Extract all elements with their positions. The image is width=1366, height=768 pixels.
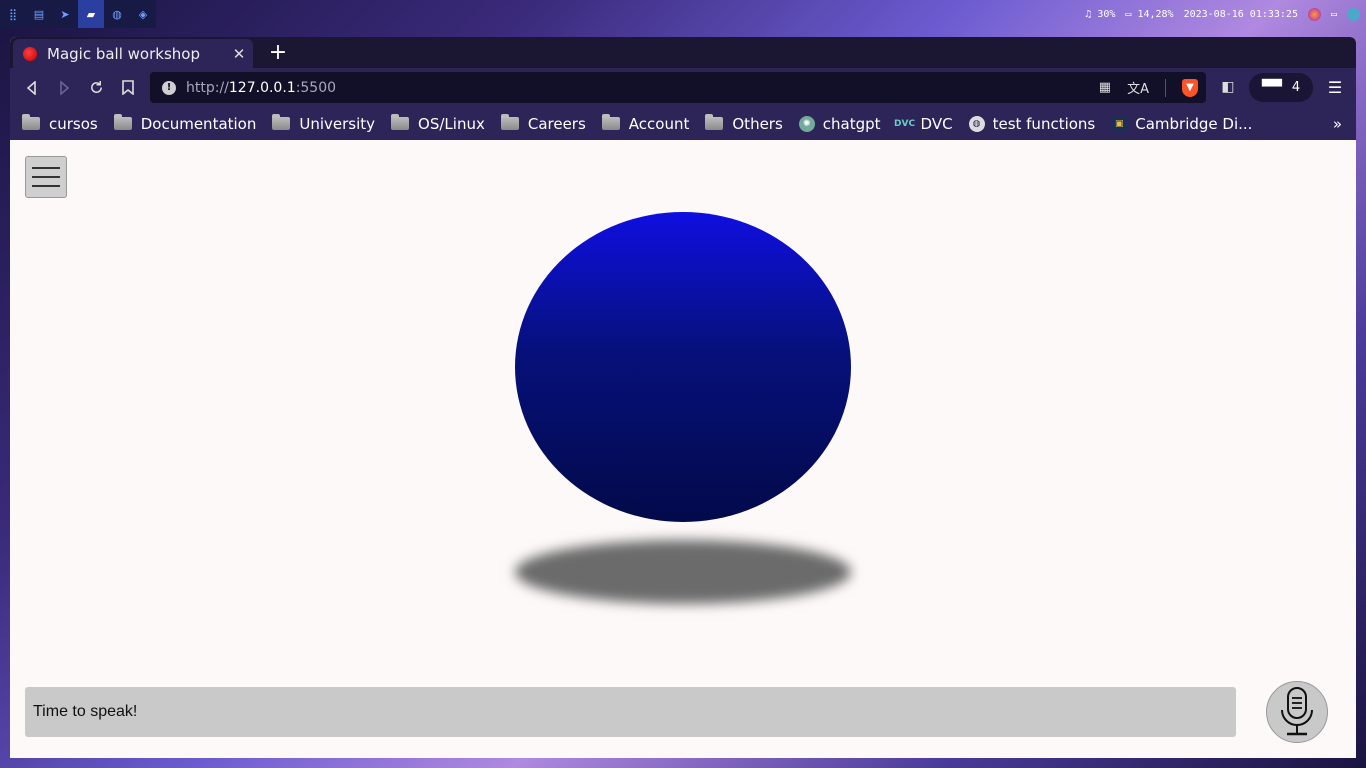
bookmark-others[interactable]: Others [705,114,783,133]
ball-shadow [515,540,851,604]
speech-output-box: Time to speak! [25,687,1236,737]
bookmark-os-linux[interactable]: OS/Linux [391,114,485,133]
browser-menu-icon[interactable]: ☰ [1324,76,1346,98]
folder-icon [113,114,132,130]
bookmark-chatgpt[interactable]: ✺ chatgpt [798,115,881,133]
speech-text: Time to speak! [33,703,138,720]
folder-icon [500,114,519,130]
bookmark-documentation[interactable]: Documentation [113,114,256,133]
workspace-files-icon[interactable]: ▤ [26,0,52,28]
microphone-icon [1281,687,1313,736]
bookmarks-bar: cursos Documentation University OS/Linux… [10,107,1356,140]
bookmark-university[interactable]: University [272,114,375,133]
workspace-folder-icon[interactable]: ▰ [78,0,104,28]
bookmark-icon [122,80,134,95]
folder-icon [272,114,291,130]
firefox-tray-icon[interactable] [1307,7,1321,21]
divider [1165,78,1166,97]
dvc-icon: DVC [894,118,916,129]
cambridge-icon: ▣ [1111,115,1128,132]
page-content: Time to speak! [10,140,1356,758]
bookmark-button[interactable] [112,72,144,104]
folder-icon [391,114,410,130]
music-note-icon: ♫ [1085,8,1092,20]
hamburger-menu-button[interactable] [25,156,67,198]
address-bar[interactable]: ! http://127.0.0.1:5500 ▦ 文A ▼ [150,72,1206,103]
os-top-bar: ⣿ ▤ ➤ ▰ ◍ ◈ ♫ 30% ▭ 14,28% 2023-08-16 01… [0,0,1366,28]
forward-arrow-icon [60,80,70,95]
reload-button[interactable] [80,72,112,104]
bookmark-cursos[interactable]: cursos [22,114,98,133]
address-bar-actions: ▦ 文A ▼ [1099,72,1198,103]
brave-shields-icon[interactable]: ▼ [1182,78,1198,97]
folder-icon [705,114,724,130]
site-info-icon[interactable]: ! [162,80,176,95]
workspace-telegram-icon[interactable]: ➤ [52,0,78,28]
chatgpt-icon: ✺ [798,115,815,132]
sidebar-toggle-icon[interactable]: ◧ [1217,76,1239,98]
translate-icon[interactable]: 文A [1127,78,1149,97]
battery-indicator[interactable]: ▭ 14,28% [1125,9,1173,20]
back-button[interactable] [16,72,48,104]
globe-icon: ◍ [968,115,985,132]
reload-icon [90,80,102,93]
close-tab-icon[interactable]: ✕ [229,45,249,63]
favicon-icon [23,46,37,61]
folder-icon [601,114,620,130]
extension-count: 4 [1291,80,1301,95]
tab-bar: Magic ball workshop ✕ + [10,37,1356,68]
workspace-lock-icon[interactable]: ◈ [130,0,156,28]
more-bookmarks-icon[interactable]: » [1333,107,1342,140]
browser-toolbar: ! http://127.0.0.1:5500 ▦ 文A ▼ ◧ ▀▀ 4 ☰ [10,68,1356,107]
bookmark-cambridge[interactable]: ▣ Cambridge Di... [1111,115,1252,133]
bookmark-careers[interactable]: Careers [500,114,586,133]
system-tray: ♫ 30% ▭ 14,28% 2023-08-16 01:33:25 ▭ [1085,0,1360,28]
volume-indicator[interactable]: ♫ 30% [1085,9,1115,20]
folder-icon [22,114,40,130]
bookmark-account[interactable]: Account [601,114,689,133]
tab-magic-ball-workshop[interactable]: Magic ball workshop ✕ [13,39,253,68]
workspace-switcher: ⣿ ▤ ➤ ▰ ◍ ◈ [0,0,156,28]
forward-button[interactable] [48,72,80,104]
screen-tray-icon[interactable]: ▭ [1331,9,1337,20]
new-tab-button[interactable]: + [266,40,290,65]
network-tray-icon[interactable] [1347,7,1360,21]
microphone-button[interactable] [1266,681,1328,743]
clock: 2023-08-16 01:33:25 [1183,8,1298,20]
back-arrow-icon [26,80,36,95]
workspace-browser-icon[interactable]: ◍ [104,0,130,28]
bookmark-dvc[interactable]: DVC DVC [894,115,953,133]
glasses-icon: ▀▀ [1261,80,1282,95]
bookmark-test-functions[interactable]: ◍ test functions [968,115,1095,133]
wallet-extensions-button[interactable]: ▀▀ 4 [1249,73,1313,102]
browser-window: Magic ball workshop ✕ + ! http://127.0.0… [10,37,1356,758]
qr-code-icon[interactable]: ▦ [1099,80,1111,95]
magic-ball [515,212,851,522]
workspace-apps-icon[interactable]: ⣿ [0,0,26,28]
url-text[interactable]: http://127.0.0.1:5500 [186,80,336,96]
tab-title: Magic ball workshop [47,44,200,63]
battery-icon: ▭ [1125,8,1132,20]
